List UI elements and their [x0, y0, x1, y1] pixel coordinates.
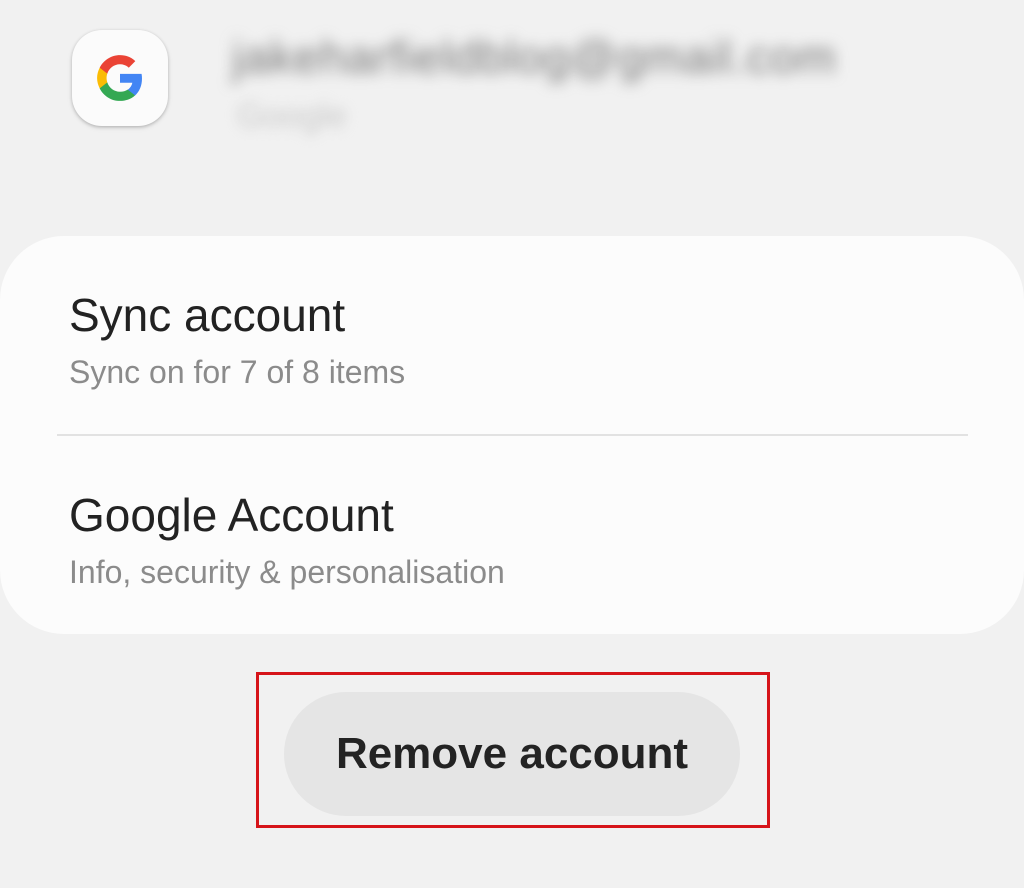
google-logo-icon [72, 30, 168, 126]
google-account-subtitle: Info, security & personalisation [69, 554, 505, 590]
sync-account-item[interactable]: Sync account Sync on for 7 of 8 items [0, 236, 1024, 434]
account-email: jakeharfieldblog@gmail.com [232, 31, 837, 83]
sync-account-title: Sync account [69, 289, 346, 341]
google-account-title: Google Account [69, 489, 394, 541]
account-header: jakeharfieldblog@gmail.com Google [0, 0, 1024, 180]
sync-account-subtitle: Sync on for 7 of 8 items [69, 354, 406, 390]
remove-account-button[interactable]: Remove account [284, 692, 740, 816]
google-g-icon [97, 55, 142, 101]
google-account-item[interactable]: Google Account Info, security & personal… [0, 436, 1024, 634]
account-type: Google [237, 97, 347, 135]
account-options-card: Sync account Sync on for 7 of 8 items Go… [0, 236, 1024, 634]
